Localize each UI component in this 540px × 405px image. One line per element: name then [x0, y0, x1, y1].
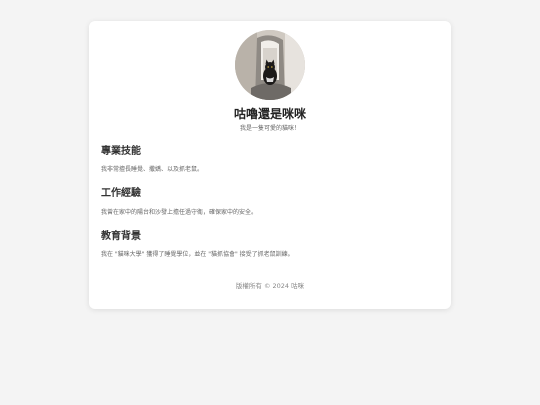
section-body-experience: 我曾在家中的陽台和沙發上擔任過守衛，確保家中的安全。: [101, 209, 258, 216]
profile-name: 咕嚕還是咪咪: [233, 107, 306, 121]
section-body-skills: 我非常擅長睡覺、撒嬌、以及抓老鼠。: [101, 166, 204, 173]
footer-copyright: 版權所有 © 2024 咕咪: [235, 282, 305, 290]
section-title-education: 教育背景: [101, 231, 141, 242]
cat-photo: [235, 30, 305, 100]
profile-card: 咕嚕還是咪咪 我是一隻可愛的貓咪！ 專業技能 我非常擅長睡覺、撒嬌、以及抓老鼠。…: [89, 21, 451, 309]
section-title-skills: 專業技能: [101, 146, 141, 157]
profile-tagline: 我是一隻可愛的貓咪！: [239, 125, 300, 132]
section-body-education: 我在 "貓咪大學" 獲得了睡覺學位，並在 "貓抓協會" 接受了抓老鼠訓練。: [101, 251, 294, 258]
section-title-experience: 工作經驗: [101, 188, 141, 199]
avatar: [235, 30, 305, 100]
